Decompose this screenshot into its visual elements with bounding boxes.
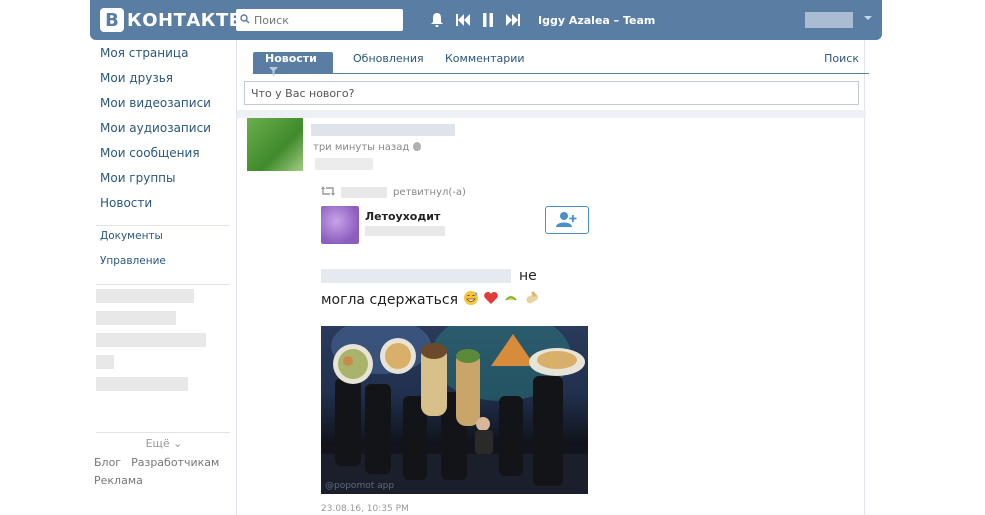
footer-link-ads[interactable]: Реклама — [94, 474, 143, 487]
chevron-down-icon[interactable] — [864, 16, 872, 20]
tab-search[interactable]: Поиск — [824, 52, 859, 65]
sidebar-item-documents[interactable]: Документы — [94, 230, 234, 255]
tab-updates[interactable]: Обновления — [341, 52, 436, 74]
sidebar-item-manage[interactable]: Управление — [94, 255, 234, 280]
blurred-app-link[interactable] — [96, 377, 188, 391]
post-time[interactable]: три минуты назад — [313, 142, 422, 153]
heart-emoji — [484, 292, 498, 304]
logo-text: КОНТАКТЕ — [127, 9, 242, 31]
blurred-app-link[interactable] — [96, 355, 114, 369]
author-name-blurred[interactable] — [311, 124, 455, 136]
retweeter-name-blurred[interactable] — [341, 187, 387, 198]
feed-separator — [237, 110, 866, 118]
bell-icon[interactable] — [430, 12, 444, 28]
retweet-text: не могла сдержаться — [321, 264, 601, 312]
retweet-label: ретвитнул(-а) — [393, 187, 466, 198]
footer-links: Блог Разработчикам Реклама — [94, 454, 234, 490]
left-sidebar: Моя страница Мои друзья Мои видеозаписи … — [94, 46, 234, 399]
sidebar-divider — [96, 432, 230, 433]
sidebar-item-friends[interactable]: Мои друзья — [94, 71, 234, 96]
search-input[interactable] — [254, 13, 394, 27]
logo-letter: B — [100, 8, 124, 32]
sidebar-item-videos[interactable]: Мои видеозаписи — [94, 96, 234, 121]
search-field[interactable] — [236, 9, 403, 31]
blurred-app-link[interactable] — [96, 289, 194, 303]
status-input[interactable]: Что у Вас нового? — [244, 81, 859, 105]
follow-button[interactable] — [545, 206, 589, 234]
post-photo[interactable]: @popomot app — [321, 326, 588, 494]
blurred-text — [321, 269, 511, 283]
filter-icon[interactable] — [269, 66, 278, 79]
text-line: могла сдержаться — [321, 292, 459, 308]
user-name-blurred[interactable] — [805, 12, 853, 28]
burrito-emoji — [526, 291, 538, 304]
next-track-icon[interactable] — [506, 14, 520, 26]
source-account: Летоуходит — [321, 206, 591, 246]
footer-link-blog[interactable]: Блог — [94, 456, 121, 469]
more-link[interactable]: Ещё ⌄ — [94, 437, 234, 450]
search-icon — [240, 13, 250, 27]
post-date[interactable]: 23.08.16, 10:35 PM — [321, 504, 409, 514]
grinning-sweat-emoji — [463, 291, 478, 305]
photo-watermark: @popomot app — [325, 481, 395, 491]
sidebar-footer: Ещё ⌄ Блог Разработчикам Реклама — [94, 428, 234, 490]
retweet-icon — [321, 186, 335, 199]
source-avatar[interactable] — [321, 206, 359, 244]
retweet-line: ретвитнул(-а) — [321, 186, 601, 199]
top-bar: B КОНТАКТЕ Iggy Azalea – Team — [90, 0, 882, 40]
taco-emoji — [505, 296, 518, 301]
sidebar-divider — [96, 225, 230, 226]
footer-link-developers[interactable]: Разработчикам — [131, 456, 219, 469]
sidebar-divider — [96, 284, 230, 285]
retweet-block: ретвитнул(-а) Летоуходит не могла сдержа… — [321, 186, 601, 514]
tab-news-label: Новости — [265, 52, 317, 65]
now-playing-track[interactable]: Iggy Azalea – Team — [538, 14, 655, 27]
sidebar-item-news[interactable]: Новости — [94, 196, 234, 221]
source-handle-blurred — [365, 226, 445, 236]
sidebar-item-my-page[interactable]: Моя страница — [94, 46, 234, 71]
feed-tabs: Новости Обновления Комментарии Поиск — [253, 52, 869, 76]
blurred-app-link[interactable] — [96, 311, 176, 325]
photo-image — [321, 326, 588, 494]
post-text-blurred — [315, 158, 373, 170]
author-avatar[interactable] — [247, 118, 303, 171]
previous-track-icon[interactable] — [456, 14, 470, 26]
sidebar-item-messages[interactable]: Мои сообщения — [94, 146, 234, 171]
add-user-icon — [556, 211, 578, 230]
post-time-text: три минуты назад — [313, 142, 410, 153]
audio-player: Iggy Azalea – Team — [430, 10, 655, 30]
sidebar-item-groups[interactable]: Мои группы — [94, 171, 234, 196]
news-feed: Новости Обновления Комментарии Поиск Что… — [236, 40, 869, 515]
source-name[interactable]: Летоуходит — [365, 210, 440, 223]
apple-icon — [413, 142, 422, 151]
blurred-app-link[interactable] — [96, 333, 206, 347]
sidebar-item-audio[interactable]: Мои аудиозаписи — [94, 121, 234, 146]
tab-news[interactable]: Новости — [253, 52, 333, 76]
vk-logo[interactable]: B КОНТАКТЕ — [100, 8, 242, 32]
text-tail: не — [519, 268, 537, 284]
more-label: Ещё — [145, 437, 170, 450]
tab-comments[interactable]: Комментарии — [433, 52, 537, 74]
pause-icon[interactable] — [482, 13, 494, 27]
